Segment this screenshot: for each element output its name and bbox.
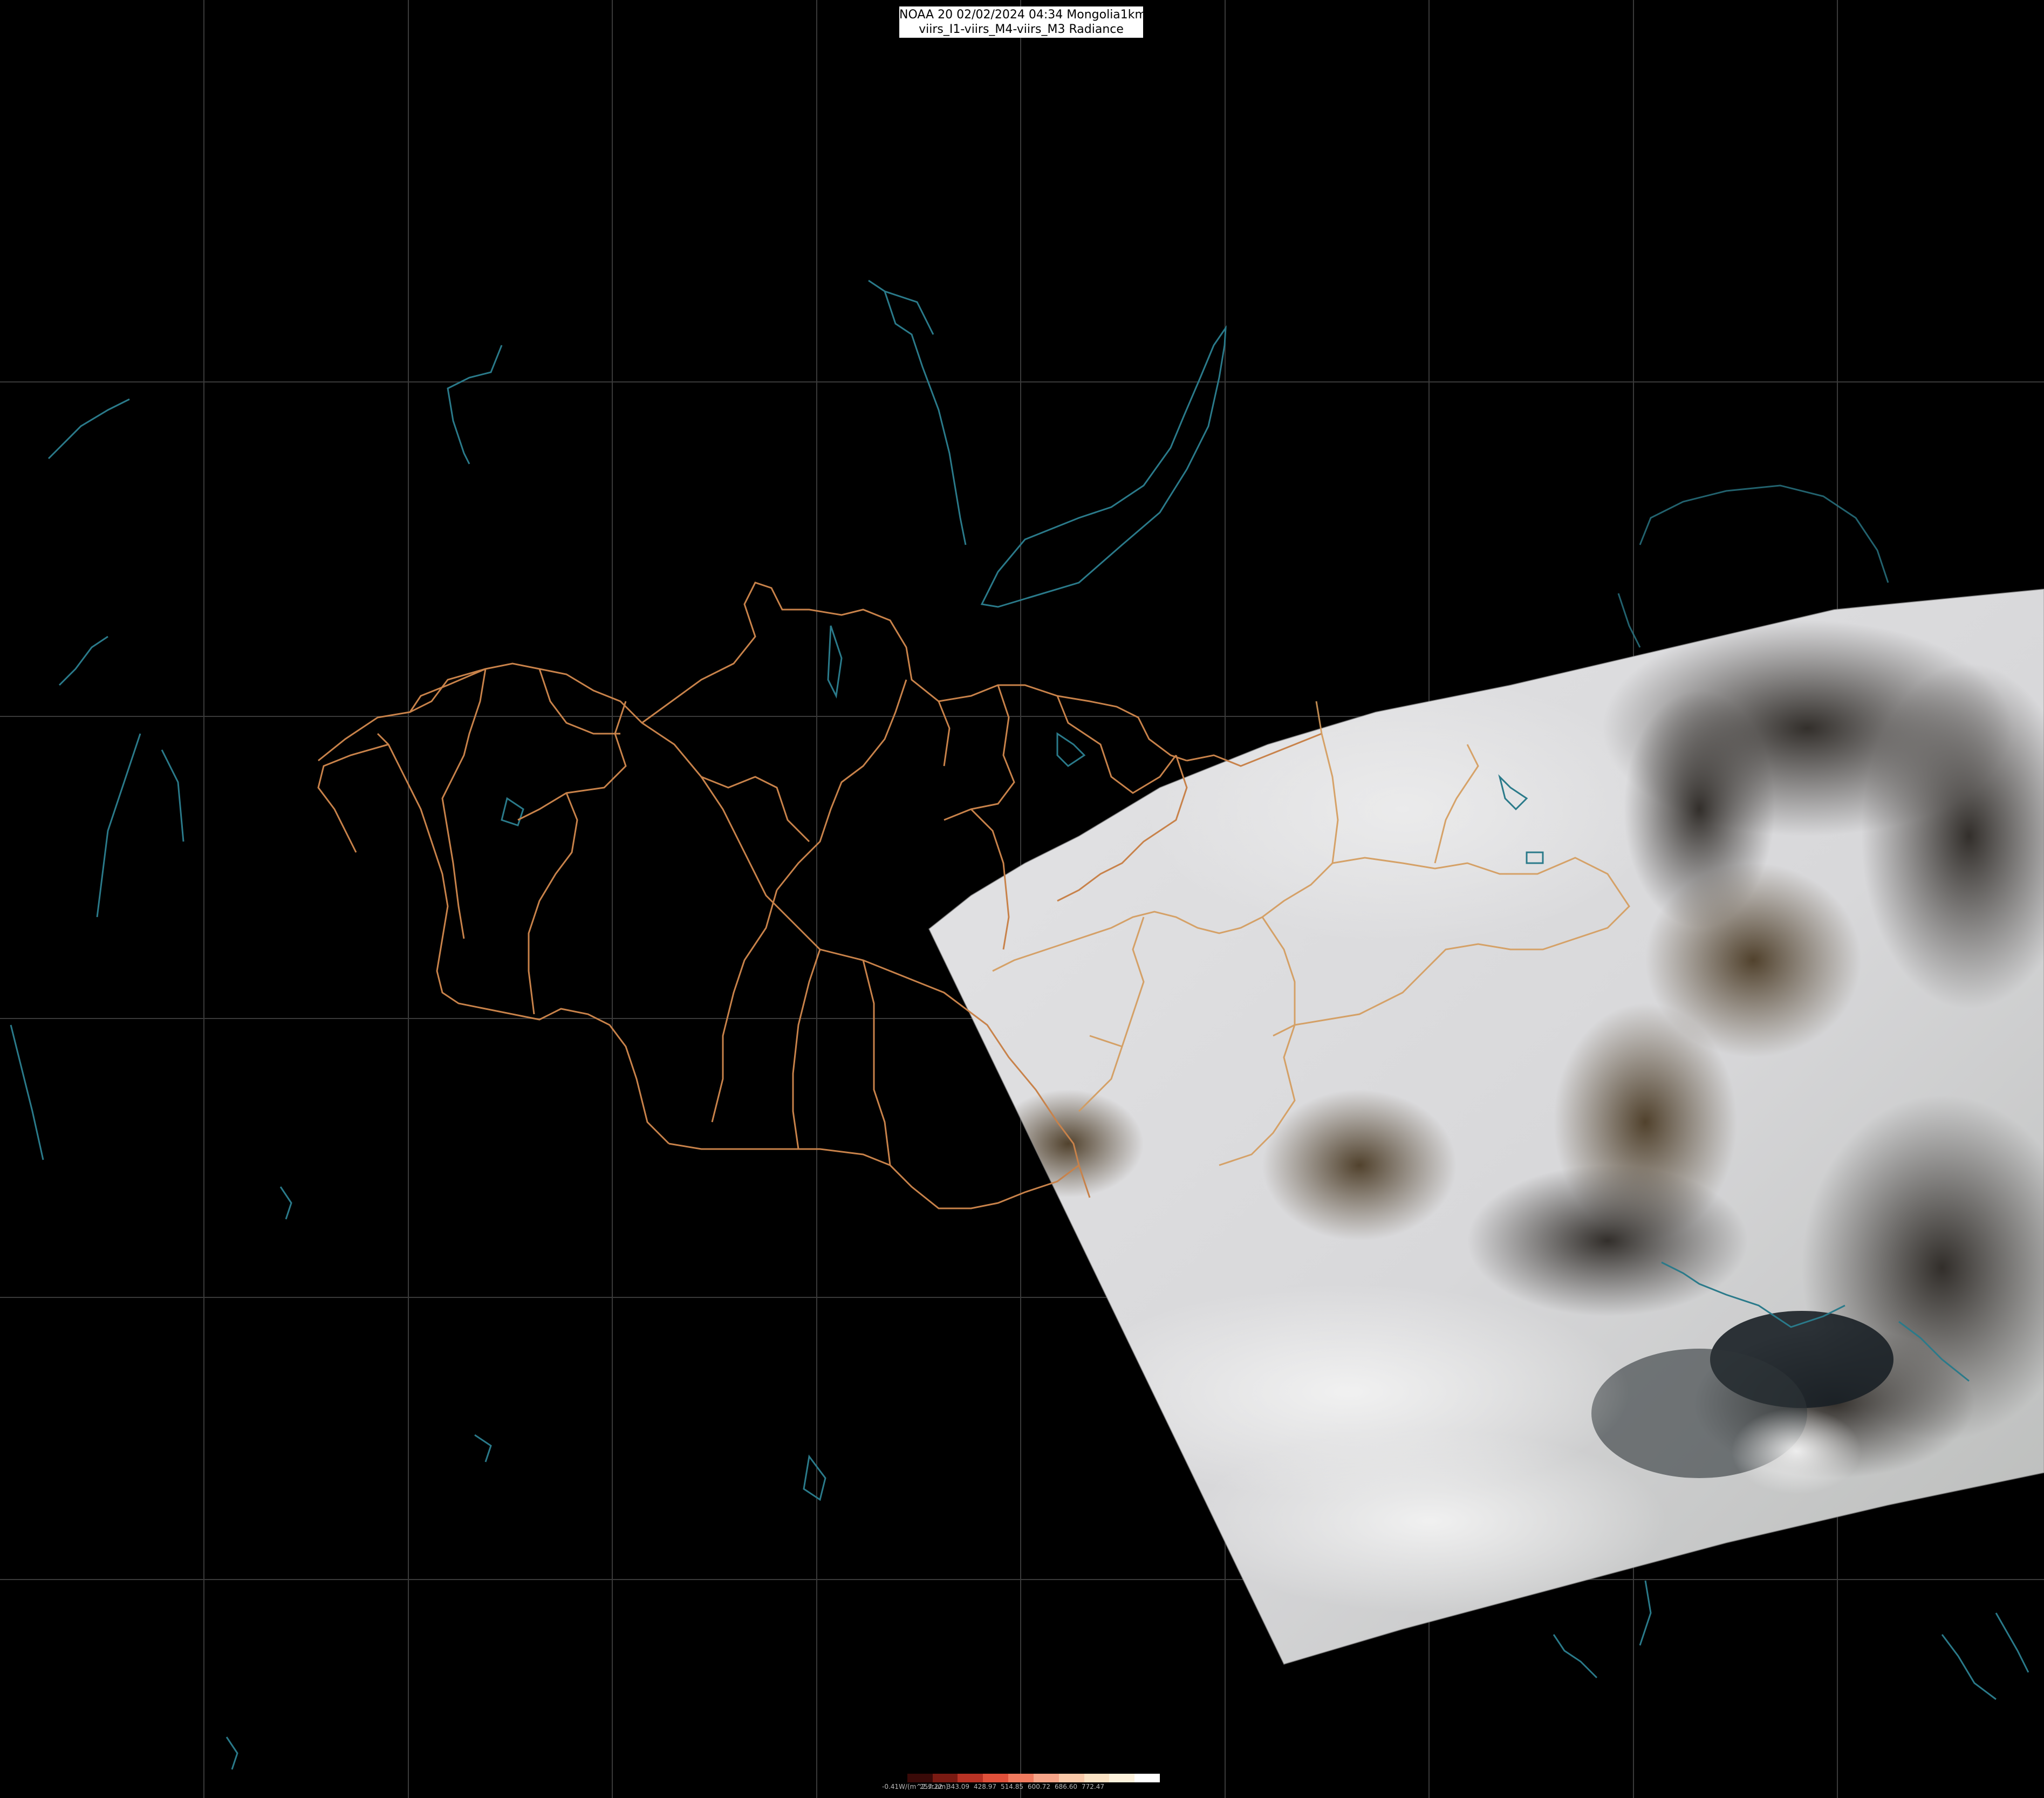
title-line-1: NOAA 20 02/02/2024 04:34 Mongolia1km [899,8,1146,22]
legend-label: 686.60 [1055,1783,1077,1790]
legend-swatch [1084,1774,1110,1782]
legend-color-bar [882,1774,1160,1782]
title-line-2: viirs_I1-viirs_M4-viirs_M3 Radiance [919,23,1124,36]
legend-swatch [1134,1774,1160,1782]
legend-swatch [907,1774,933,1782]
map-title: NOAA 20 02/02/2024 04:34 Mongolia1km vii… [899,6,1146,38]
legend-swatch [882,1774,907,1782]
legend-label: 514.85 [1001,1783,1023,1790]
satellite-map [0,0,2044,1798]
legend-label: 428.97 [974,1783,996,1790]
legend-label: 600.72 [1028,1783,1050,1790]
satellite-swath [928,588,2044,1665]
color-legend: -0.41W/(m^2.sr.um) 257.22 343.09 428.97 514.… [882,1774,1160,1795]
legend-swatch [1008,1774,1034,1782]
legend-swatch [983,1774,1009,1782]
legend-swatch [958,1774,983,1782]
legend-label: 343.09 [947,1783,969,1790]
legend-labels: -0.41W/(m^2.sr.um) 257.22 343.09 428.97 514.… [882,1783,1160,1794]
legend-swatch [1033,1774,1059,1782]
legend-swatch [1109,1774,1135,1782]
legend-label: 772.47 [1082,1783,1104,1790]
legend-label: 257.22 [920,1783,942,1790]
legend-swatch [932,1774,958,1782]
legend-swatch [1058,1774,1084,1782]
